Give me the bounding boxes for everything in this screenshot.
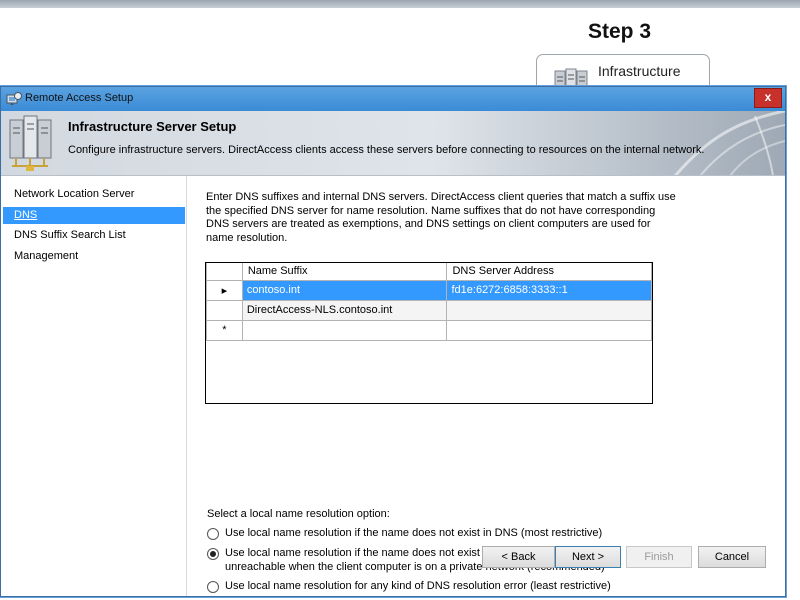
option-least-restrictive-label[interactable]: Use local name resolution for any kind o…: [225, 580, 625, 594]
name-suffix-cell[interactable]: contoso.int: [241, 279, 448, 301]
title-bar[interactable]: Remote Access Setup x: [1, 87, 785, 111]
back-button[interactable]: < Back: [482, 546, 555, 568]
new-row-marker-icon[interactable]: *: [206, 319, 243, 341]
current-row-marker-icon[interactable]: ▸: [206, 279, 243, 301]
dns-server-cell[interactable]: fd1e:6272:6858:3333::1: [446, 279, 652, 301]
close-icon: x: [764, 90, 772, 104]
page-title: Infrastructure Server Setup: [68, 119, 237, 134]
name-suffix-cell[interactable]: [241, 319, 448, 341]
radio-recommended[interactable]: [207, 548, 219, 560]
row-header-cell[interactable]: [206, 299, 243, 321]
remote-access-setup-dialog: Remote Access Setup x Infrastructure Ser…: [0, 86, 786, 597]
dns-server-cell[interactable]: [446, 299, 652, 321]
row-header-corner: [206, 263, 243, 281]
nav-item-dns[interactable]: DNS: [3, 207, 185, 224]
radio-most-restrictive[interactable]: [207, 528, 219, 540]
nav-item-dns-suffix-search-list[interactable]: DNS Suffix Search List: [3, 227, 185, 244]
radio-least-restrictive[interactable]: [207, 581, 219, 593]
wizard-navigation: Network Location Server DNS DNS Suffix S…: [1, 176, 187, 596]
finish-button[interactable]: Finish: [626, 546, 692, 568]
nav-item-management[interactable]: Management: [3, 248, 185, 265]
dns-instructions: Enter DNS suffixes and internal DNS serv…: [206, 191, 676, 244]
close-button[interactable]: x: [754, 88, 782, 108]
grid-new-row[interactable]: *: [206, 319, 652, 341]
resolution-options-label: Select a local name resolution option:: [207, 508, 390, 520]
dns-server-cell[interactable]: [446, 319, 652, 341]
column-header-dns-server-address[interactable]: DNS Server Address: [446, 263, 652, 281]
nav-item-network-location-server[interactable]: Network Location Server: [3, 186, 185, 203]
infrastructure-servers-icon: [6, 114, 54, 175]
name-suffix-cell[interactable]: DirectAccess-NLS.contoso.int: [241, 299, 448, 321]
column-header-name-suffix[interactable]: Name Suffix: [241, 263, 448, 281]
next-button[interactable]: Next >: [555, 546, 621, 568]
cancel-button[interactable]: Cancel: [698, 546, 766, 568]
header-banner: Infrastructure Server Setup Configure in…: [1, 111, 785, 176]
console-top-bar: [0, 0, 800, 8]
step-heading: Step 3: [588, 20, 652, 43]
grid-row[interactable]: DirectAccess-NLS.contoso.int: [206, 299, 652, 321]
option-most-restrictive-label[interactable]: Use local name resolution if the name do…: [225, 527, 625, 541]
content-pane: Enter DNS suffixes and internal DNS serv…: [188, 176, 785, 596]
step-tile-label: Infrastructure: [598, 63, 681, 79]
remote-access-app-icon: [6, 91, 22, 110]
dns-suffix-grid[interactable]: Name Suffix DNS Server Address ▸ contoso…: [205, 262, 653, 404]
window-title: Remote Access Setup: [25, 92, 134, 104]
grid-row[interactable]: ▸ contoso.int fd1e:6272:6858:3333::1: [206, 279, 652, 301]
page-description: Configure infrastructure servers. Direct…: [68, 144, 705, 156]
